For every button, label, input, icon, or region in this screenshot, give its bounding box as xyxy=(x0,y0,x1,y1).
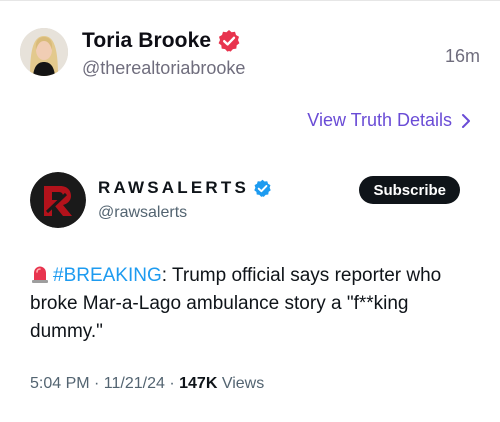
post-timestamp[interactable]: 5:04 PM · 11/21/24 · xyxy=(30,375,179,392)
chevron-right-icon xyxy=(462,113,470,128)
verified-badge-icon xyxy=(218,30,240,52)
post-meta: 5:04 PM · 11/21/24 · 147K Views xyxy=(30,375,264,393)
rawsalerts-handle[interactable]: @rawsalerts xyxy=(98,204,187,222)
view-truth-details-label: View Truth Details xyxy=(307,110,452,130)
subscribe-button[interactable]: Subscribe xyxy=(359,176,460,204)
truth-header: Toria Brooke @therealtoriabrooke 16m xyxy=(20,28,480,84)
police-light-icon xyxy=(32,266,48,283)
verified-check-icon xyxy=(254,179,271,197)
views-count: 147K xyxy=(179,375,218,392)
rawsalerts-name-row: RAWSALERTS xyxy=(98,178,272,198)
breaking-hashtag[interactable]: #BREAKING xyxy=(53,265,162,286)
views-label: Views xyxy=(217,375,265,392)
post-body: #BREAKING: Trump official says reporter … xyxy=(30,262,470,346)
embedded-post-header: RAWSALERTS @rawsalerts Subscribe xyxy=(30,172,470,230)
top-divider xyxy=(0,0,500,1)
rawsalerts-avatar[interactable] xyxy=(30,172,86,228)
avatar[interactable] xyxy=(20,28,68,76)
post-time: 16m xyxy=(444,46,480,66)
author-name-row: Toria Brooke xyxy=(82,29,241,53)
author-handle[interactable]: @therealtoriabrooke xyxy=(82,58,245,79)
view-truth-details-link[interactable]: View Truth Details xyxy=(307,110,472,131)
rawsalerts-name[interactable]: RAWSALERTS xyxy=(98,178,249,198)
author-name[interactable]: Toria Brooke xyxy=(82,29,211,53)
